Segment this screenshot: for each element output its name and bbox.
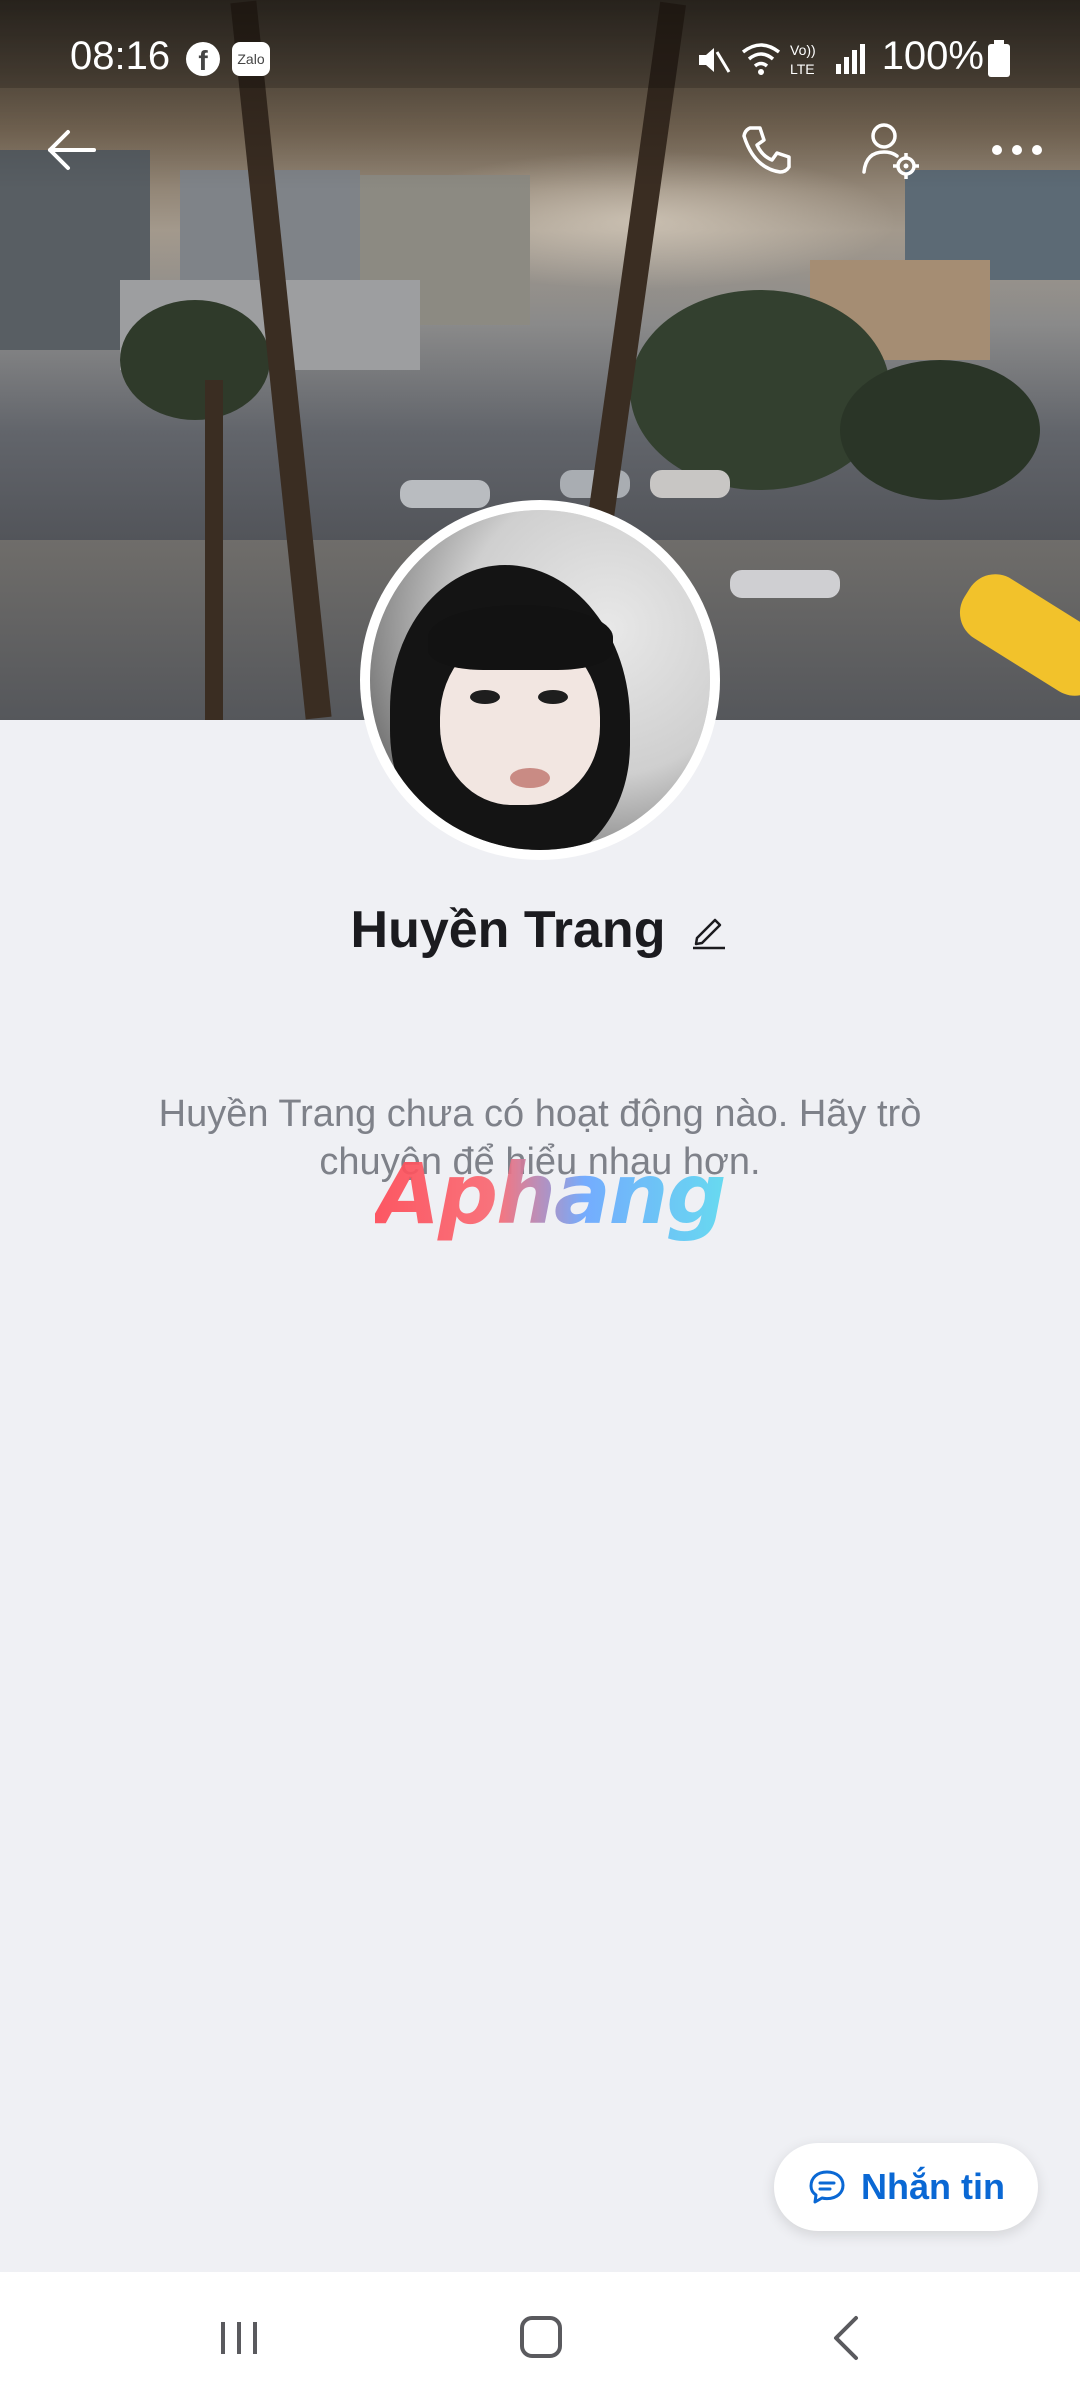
svg-text:LTE: LTE (790, 61, 815, 77)
recents-icon (221, 2322, 257, 2354)
call-button[interactable] (726, 110, 806, 190)
profile-name: Huyền Trang (350, 901, 666, 959)
wifi-icon (741, 43, 781, 75)
avatar-ring (360, 500, 720, 860)
svg-text:Vo)): Vo)) (790, 42, 816, 58)
home-button[interactable] (512, 2312, 572, 2364)
back-arrow-icon (48, 130, 96, 170)
avatar-bangs (428, 605, 613, 670)
profile-name-wrap: Huyền Trang (351, 900, 730, 960)
facebook-icon: f (186, 42, 220, 76)
status-time: 08:16 (70, 34, 171, 78)
cover-tree (840, 360, 1040, 500)
avatar-eye (470, 690, 500, 704)
avatar-lips (510, 768, 550, 788)
signal-icon (836, 44, 865, 74)
battery-percent: 100% (881, 34, 984, 78)
profile-name-row: Huyền Trang (0, 900, 1080, 970)
user-settings-button[interactable] (850, 110, 930, 190)
recents-button[interactable] (211, 2312, 271, 2364)
back-icon (834, 2316, 858, 2360)
cover-car (730, 570, 840, 598)
avatar-eye (538, 690, 568, 704)
cover-tree (120, 300, 270, 420)
avatar[interactable] (370, 510, 710, 850)
user-settings-icon (862, 123, 919, 179)
cover-car (400, 480, 490, 508)
mute-icon (699, 48, 731, 73)
more-icon (992, 145, 1042, 155)
profile-top-nav (0, 110, 1080, 190)
system-nav-bar (0, 2272, 1080, 2400)
watermark-logo: Aphang (375, 1145, 727, 1243)
pencil-icon (693, 918, 726, 950)
volte-icon: Vo)) LTE (790, 42, 816, 77)
battery-icon (988, 40, 1010, 77)
back-button[interactable] (32, 110, 112, 190)
home-icon (520, 2316, 562, 2358)
zalo-icon: Zalo (232, 42, 270, 76)
system-back-button[interactable] (820, 2312, 880, 2364)
send-message-label: Nhắn tin (861, 2166, 1005, 2207)
send-message-button[interactable]: Nhắn tin (774, 2143, 1038, 2231)
status-bar: 08:16 f Zalo Vo)) LTE 100% (0, 0, 1080, 88)
cover-car (650, 470, 730, 498)
cover-palm-trunk (205, 380, 223, 720)
phone-icon (742, 126, 791, 174)
chat-bubble-icon (807, 2167, 847, 2207)
edit-name-button[interactable] (689, 910, 729, 950)
more-options-button[interactable] (977, 110, 1057, 190)
